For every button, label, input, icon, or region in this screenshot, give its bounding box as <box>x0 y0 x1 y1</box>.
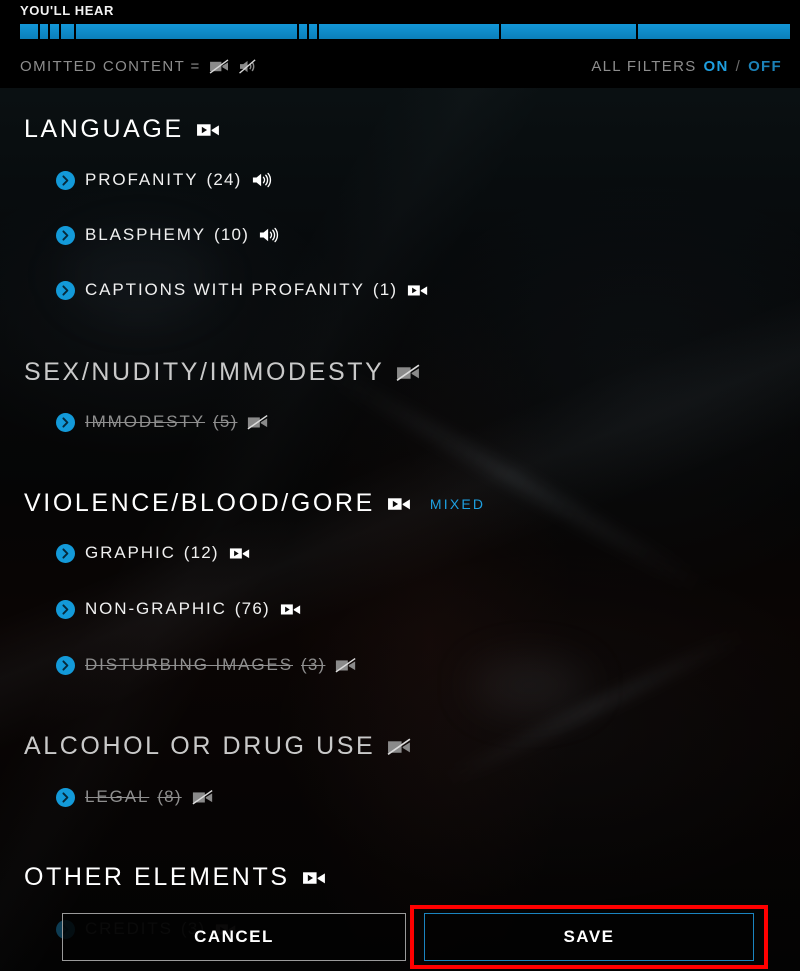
filter-item[interactable]: LEGAL (8) <box>56 787 214 807</box>
chevron-right-icon[interactable] <box>56 280 75 300</box>
filter-item-count: (10) <box>214 225 250 244</box>
camera-muted-icon <box>209 58 230 75</box>
timeline-segment <box>298 24 309 39</box>
chevron-right-icon[interactable] <box>56 787 75 807</box>
category-status-tag: MIXED <box>429 495 486 512</box>
filter-item[interactable]: BLASPHEMY (10) <box>56 225 280 245</box>
filter-item-count: (3) <box>301 655 326 674</box>
camera-muted-icon <box>192 788 214 806</box>
category-title: SEX/NUDITY/IMMODESTY <box>24 358 385 386</box>
category-header[interactable]: SEX/NUDITY/IMMODESTY <box>24 358 421 387</box>
cancel-button[interactable]: CANCEL <box>62 913 406 961</box>
camera-icon <box>407 281 429 299</box>
timeline-segment <box>20 24 41 39</box>
filter-item-count: (5) <box>213 412 238 431</box>
all-filters-on-button[interactable]: ON <box>704 58 729 75</box>
chevron-right-icon[interactable] <box>56 599 75 619</box>
filter-item-label: BLASPHEMY <box>85 225 207 244</box>
camera-muted-icon <box>387 736 412 757</box>
all-filters-separator: / <box>735 58 742 75</box>
content-timeline-bar[interactable] <box>20 24 790 39</box>
filter-item-count: (8) <box>157 787 182 806</box>
timeline-segment <box>50 24 61 39</box>
category-title: ALCOHOL OR DRUG USE <box>24 732 376 760</box>
chevron-right-icon[interactable] <box>56 543 75 563</box>
filter-item[interactable]: GRAPHIC (12) <box>56 543 251 563</box>
timeline-segment <box>308 24 319 39</box>
timeline-segment <box>637 24 790 39</box>
filter-item-count: (76) <box>234 599 270 618</box>
camera-muted-icon <box>396 362 421 383</box>
camera-icon <box>302 867 327 888</box>
all-filters-off-button[interactable]: OFF <box>748 58 782 75</box>
filter-item-label: CAPTIONS WITH PROFANITY <box>85 280 365 299</box>
category-title: VIOLENCE/BLOOD/GORE <box>24 489 375 517</box>
camera-icon <box>387 493 412 514</box>
filter-item-label: PROFANITY <box>85 170 199 189</box>
filter-item[interactable]: PROFANITY (24) <box>56 170 273 190</box>
timeline-segment <box>40 24 51 39</box>
category-header[interactable]: OTHER ELEMENTS <box>24 863 327 892</box>
all-filters-label: ALL FILTERS <box>591 58 697 75</box>
save-button[interactable]: SAVE <box>424 913 754 961</box>
omitted-content-label: OMITTED CONTENT = <box>20 58 201 75</box>
filter-item-label: NON-GRAPHIC <box>85 599 227 618</box>
category-title: LANGUAGE <box>24 115 184 143</box>
camera-icon <box>229 544 251 562</box>
chevron-right-icon[interactable] <box>56 655 75 675</box>
filter-item-count: (12) <box>183 543 219 562</box>
category-header[interactable]: LANGUAGE <box>24 115 221 144</box>
timeline-segment <box>501 24 638 39</box>
filter-item-label: IMMODESTY <box>85 412 206 431</box>
speaker-icon <box>252 171 273 189</box>
omitted-content-legend: OMITTED CONTENT = <box>20 58 259 75</box>
filter-item[interactable]: DISTURBING IMAGES (3) <box>56 655 357 675</box>
camera-muted-icon <box>335 656 357 674</box>
category-header[interactable]: ALCOHOL OR DRUG USE <box>24 732 412 761</box>
all-filters-toggle: ALL FILTERS ON / OFF <box>591 58 782 75</box>
category-header[interactable]: VIOLENCE/BLOOD/GORE MIXED <box>24 489 485 518</box>
camera-icon <box>280 600 302 618</box>
content-filter-screen: YOU'LL HEAR OMITTED CONTENT = ALL FILTER… <box>0 0 800 971</box>
filter-item[interactable]: NON-GRAPHIC (76) <box>56 599 302 619</box>
camera-muted-icon <box>247 413 269 431</box>
filter-item-label: DISTURBING IMAGES <box>85 655 293 674</box>
footer-actions: CANCEL SAVE <box>0 905 800 971</box>
filter-item-label: GRAPHIC <box>85 543 176 562</box>
filter-item-count: (24) <box>206 170 242 189</box>
filter-item[interactable]: CAPTIONS WITH PROFANITY (1) <box>56 280 429 300</box>
filter-item-count: (1) <box>372 280 398 299</box>
chevron-right-icon[interactable] <box>56 412 75 432</box>
youll-hear-label: YOU'LL HEAR <box>20 3 114 18</box>
header: YOU'LL HEAR OMITTED CONTENT = ALL FILTER… <box>0 0 800 88</box>
timeline-segment <box>318 24 502 39</box>
category-title: OTHER ELEMENTS <box>24 863 290 891</box>
chevron-right-icon[interactable] <box>56 170 75 190</box>
timeline-segment <box>75 24 299 39</box>
filter-item[interactable]: IMMODESTY (5) <box>56 412 269 432</box>
camera-icon <box>196 119 221 140</box>
speaker-icon <box>259 226 280 244</box>
filter-category-list: LANGUAGE PROFANITY (24) BLASPHEMY (10) CAPTIO… <box>0 88 800 971</box>
timeline-segment <box>60 24 76 39</box>
filter-item-label: LEGAL <box>85 787 150 806</box>
speaker-muted-icon <box>238 58 259 75</box>
chevron-right-icon[interactable] <box>56 225 75 245</box>
